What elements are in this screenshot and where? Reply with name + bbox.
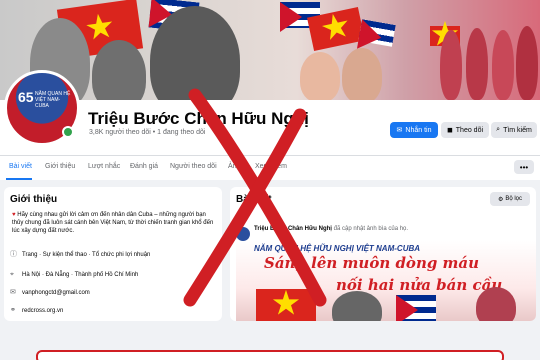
link-icon: ⚭ xyxy=(10,307,16,314)
search-button-label: Tìm kiếm xyxy=(503,126,532,134)
message-button[interactable]: ✉ Nhắn tin xyxy=(390,122,438,138)
intro-location-text: Hà Nội · Đà Nẵng · Thành phố Hồ Chí Minh xyxy=(22,271,139,278)
posts-title: Bài viết xyxy=(236,194,272,205)
tab-followers[interactable]: Người theo dõi xyxy=(170,163,217,170)
message-button-label: Nhắn tin xyxy=(405,126,432,134)
search-icon: ⌕ xyxy=(496,126,501,133)
tab-more[interactable]: Xem thêm xyxy=(255,163,287,170)
tab-posts[interactable]: Bài viết xyxy=(9,163,32,170)
cover-photo[interactable] xyxy=(0,0,540,100)
filter-button[interactable]: ⚙ Bộ lọc xyxy=(490,192,530,206)
cover-person xyxy=(150,6,240,100)
online-status-indicator xyxy=(62,126,74,138)
info-icon: ⓘ xyxy=(10,251,17,258)
avatar-number: 65 xyxy=(18,89,34,105)
cover-person xyxy=(516,26,538,100)
avatar-caption: NĂM QUAN HỆ VIỆT NAM-CUBA xyxy=(35,91,71,109)
intro-description-text: Hãy cùng nhau gửi lời cảm ơn đến nhân dâ… xyxy=(12,212,214,234)
tab-photos[interactable]: Ảnh xyxy=(228,163,240,170)
tab-mentions[interactable]: Lượt nhắc xyxy=(88,163,120,170)
bottom-warning-banner xyxy=(36,350,504,360)
location-icon: ⌖ xyxy=(10,271,14,278)
intro-email-text[interactable]: vanphongctd@gmail.com xyxy=(22,290,90,296)
tab-about[interactable]: Giới thiệu xyxy=(45,163,75,170)
intro-website-row: ⚭ redcross.org.vn xyxy=(10,307,63,314)
post-action-text: đã cập nhật ảnh bìa của họ. xyxy=(333,226,409,232)
intro-category-row: ⓘ Trang · Sự kiện thể thao · Tổ chức phi… xyxy=(10,251,150,258)
ellipsis-icon: ••• xyxy=(519,162,529,172)
cover-person xyxy=(342,48,382,100)
intro-title: Giới thiệu xyxy=(10,194,58,205)
active-tab-indicator xyxy=(6,178,32,180)
intro-description: ♥ Hãy cùng nhau gửi lời cảm ơn đến nhân … xyxy=(12,211,217,235)
follow-icon: ◼ xyxy=(446,127,453,134)
intro-website-text[interactable]: redcross.org.vn xyxy=(22,308,63,314)
cover-person xyxy=(440,30,462,100)
cover-person xyxy=(492,30,514,100)
intro-category-text[interactable]: Trang · Sự kiện thể thao · Tổ chức phi l… xyxy=(22,252,150,258)
follow-button[interactable]: ◼ Theo dõi xyxy=(441,122,489,138)
email-icon: ✉ xyxy=(10,289,16,296)
facebook-page: 65 NĂM QUAN HỆ VIỆT NAM-CUBA Triệu Bước … xyxy=(0,0,540,360)
post-author-avatar[interactable] xyxy=(236,227,250,241)
page-tabs: Bài viết Giới thiệu Lượt nhắc Đánh giá N… xyxy=(0,155,540,180)
post-image-slogan-line1: Sáng lên muôn dòng máu xyxy=(264,254,480,272)
tab-reviews[interactable]: Đánh giá xyxy=(130,163,158,170)
more-options-button[interactable]: ••• xyxy=(514,160,534,174)
post-image[interactable]: NĂM QUAN HỆ HỮU NGHỊ VIỆT NAM-CUBA Sáng … xyxy=(236,241,536,321)
intro-card: Giới thiệu ♥ Hãy cùng nhau gửi lời cảm ơ… xyxy=(4,187,222,321)
cuba-flag xyxy=(358,19,396,47)
filter-button-label: Bộ lọc xyxy=(505,196,523,202)
post-image-headline: NĂM QUAN HỆ HỮU NGHỊ VIỆT NAM-CUBA xyxy=(254,244,421,253)
follower-stats[interactable]: 3,8K người theo dõi • 1 đang theo dõi xyxy=(89,129,205,136)
follow-button-label: Theo dõi xyxy=(455,126,484,134)
cover-person xyxy=(300,52,340,100)
post-image-person xyxy=(332,291,382,321)
posts-card: Bài viết ⚙ Bộ lọc Triệu Bước Chân Hữu Ng… xyxy=(230,187,536,321)
vietnam-flag xyxy=(256,289,316,321)
search-button[interactable]: ⌕ Tìm kiếm xyxy=(491,122,537,138)
post-header: Triệu Bước Chân Hữu Nghị đã cập nhật ảnh… xyxy=(254,226,408,232)
cover-person xyxy=(92,40,146,100)
intro-location-row: ⌖ Hà Nội · Đà Nẵng · Thành phố Hồ Chí Mi… xyxy=(10,271,138,278)
cover-person xyxy=(466,28,488,100)
post-image-person xyxy=(476,287,516,321)
filter-icon: ⚙ xyxy=(497,196,504,203)
post-author-name[interactable]: Triệu Bước Chân Hữu Nghị xyxy=(254,226,332,232)
cuba-flag xyxy=(396,295,436,321)
page-title: Triệu Bước Chân Hữu Nghị xyxy=(88,109,309,128)
messenger-icon: ✉ xyxy=(396,127,403,134)
intro-email-row: ✉ vanphongctd@gmail.com xyxy=(10,289,90,296)
